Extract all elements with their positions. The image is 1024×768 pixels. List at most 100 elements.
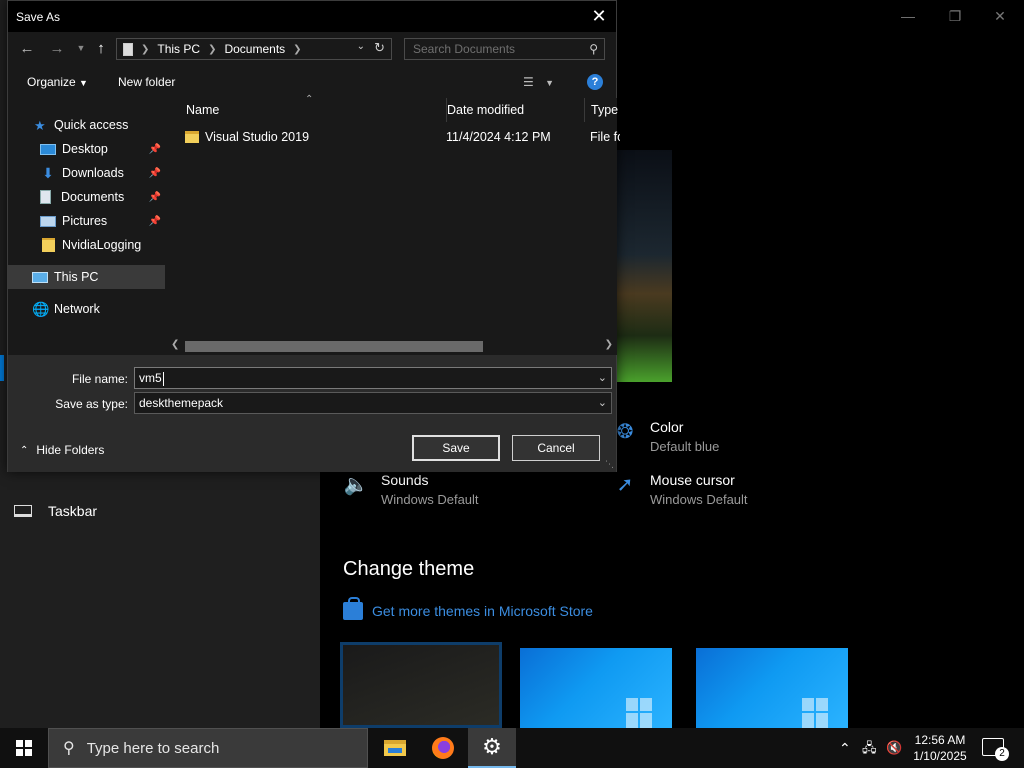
- dialog-titlebar: Save As ✕: [8, 1, 616, 32]
- nav-item-downloads[interactable]: ⬇ Downloads 📌: [8, 161, 165, 185]
- hide-folders-label: Hide Folders: [36, 443, 105, 457]
- mouse-cursor-setting[interactable]: ➚ Mouse cursor Windows Default: [612, 472, 748, 507]
- taskbar-clock[interactable]: 12:56 AM 1/10/2025: [906, 732, 974, 764]
- file-name-input[interactable]: vm5 ⌄: [134, 367, 612, 389]
- nav-item-taskbar-label: Taskbar: [48, 503, 98, 519]
- theme-thumbnail-current[interactable]: [340, 642, 502, 728]
- document-icon: [40, 190, 51, 204]
- search-documents-input[interactable]: Search Documents ⚲: [404, 38, 605, 60]
- nav-item-quick-access[interactable]: ★ Quick access: [8, 113, 165, 137]
- breadcrumb-this-pc[interactable]: This PC: [157, 42, 200, 56]
- nav-item-label: Desktop: [62, 142, 108, 156]
- pin-icon[interactable]: 📌: [149, 144, 161, 155]
- breadcrumb-separator-icon[interactable]: ❯: [141, 44, 149, 55]
- action-center-icon[interactable]: 2: [982, 738, 1009, 761]
- breadcrumb-separator-icon[interactable]: ❯: [293, 44, 301, 55]
- location-icon: [123, 42, 133, 56]
- nav-item-label: Pictures: [62, 214, 108, 228]
- theme-preview-image: [612, 150, 672, 382]
- refresh-icon[interactable]: ↻: [374, 40, 385, 56]
- scroll-left-icon[interactable]: ❮: [171, 339, 179, 350]
- windows-start-icon[interactable]: [16, 740, 32, 756]
- nav-item-documents[interactable]: Documents 📌: [8, 185, 165, 209]
- column-header-date-modified[interactable]: Date modified: [440, 98, 585, 122]
- recent-locations-chevron-icon[interactable]: ▼: [72, 43, 90, 53]
- save-button[interactable]: Save: [412, 435, 500, 461]
- taskbar-search-placeholder: Type here to search: [86, 739, 220, 757]
- resize-grip-icon[interactable]: ⋱: [605, 459, 614, 470]
- file-name: Visual Studio 2019: [205, 130, 310, 144]
- file-explorer-icon: [384, 740, 406, 756]
- breadcrumb-documents[interactable]: Documents: [224, 42, 285, 56]
- taskbar-icon: [14, 505, 32, 517]
- address-dropdown-icon[interactable]: ⌄: [357, 41, 365, 52]
- back-arrow-icon[interactable]: ←: [18, 40, 36, 57]
- folder-icon: [42, 238, 55, 252]
- sounds-setting[interactable]: 🔈 Sounds Windows Default: [343, 472, 479, 507]
- windows-logo-icon: [802, 698, 828, 728]
- help-icon[interactable]: ?: [587, 74, 603, 90]
- restore-button[interactable]: ❐: [945, 8, 965, 25]
- horizontal-scrollbar[interactable]: ❮ ❯: [165, 338, 617, 355]
- pin-icon[interactable]: 📌: [149, 192, 161, 203]
- network-icon: 🌐: [32, 301, 50, 317]
- theme-thumbnail-windows-light[interactable]: [696, 648, 848, 728]
- column-header-type[interactable]: Type: [584, 98, 624, 122]
- settings-taskbar-button[interactable]: ⚙: [468, 728, 516, 768]
- nav-item-desktop[interactable]: Desktop 📌: [8, 137, 165, 161]
- taskbar: ⚲ Type here to search ⚙ ⌃ 🖧 🔇 12:56 AM 1…: [0, 728, 1024, 768]
- organize-menu-button[interactable]: Organize ▼: [27, 75, 88, 89]
- nav-item-nvidialogging[interactable]: NvidiaLogging: [8, 233, 165, 257]
- change-theme-heading: Change theme: [343, 558, 475, 580]
- organize-label: Organize: [27, 75, 76, 89]
- pin-icon[interactable]: 📌: [149, 168, 161, 179]
- theme-thumbnail-windows[interactable]: [520, 648, 672, 728]
- speaker-icon: 🔈: [343, 474, 369, 496]
- pin-icon[interactable]: 📌: [149, 216, 161, 227]
- change-view-button[interactable]: ☰ ▼: [523, 75, 554, 89]
- cursor-icon: ➚: [616, 474, 634, 496]
- firefox-icon: [432, 737, 454, 759]
- show-hidden-icons-chevron-icon[interactable]: ⌃: [839, 728, 851, 768]
- cancel-button[interactable]: Cancel: [512, 435, 600, 461]
- chevron-down-icon[interactable]: ⌄: [598, 368, 607, 388]
- file-row[interactable]: Visual Studio 2019 11/4/2024 4:12 PM Fil…: [185, 130, 620, 144]
- nav-item-taskbar[interactable]: Taskbar: [14, 503, 97, 519]
- address-bar[interactable]: ❯ This PC ❯ Documents ❯ ⌄ ↻: [116, 38, 392, 60]
- chevron-up-icon: ⌃: [20, 444, 29, 456]
- taskbar-search-box[interactable]: ⚲ Type here to search: [48, 728, 368, 768]
- file-name-label: File name:: [71, 372, 128, 386]
- computer-icon: [32, 271, 48, 283]
- scrollbar-thumb[interactable]: [185, 341, 483, 352]
- nav-item-pictures[interactable]: Pictures 📌: [8, 209, 165, 233]
- save-as-dialog: Save As ✕ ← → ▼ ↑ ❯ This PC ❯ Documents …: [7, 0, 620, 472]
- address-row: ← → ▼ ↑ ❯ This PC ❯ Documents ❯ ⌄ ↻ Sear…: [8, 32, 616, 66]
- microsoft-store-link[interactable]: Get more themes in Microsoft Store: [343, 597, 593, 620]
- color-setting[interactable]: ❂ Color Default blue: [612, 419, 720, 454]
- file-explorer-taskbar-button[interactable]: [371, 728, 419, 768]
- folder-icon: [185, 131, 199, 143]
- dialog-title: Save As: [16, 10, 61, 24]
- up-arrow-icon[interactable]: ↑: [92, 40, 110, 57]
- column-header-name[interactable]: Name: [179, 98, 447, 122]
- download-icon: ⬇: [42, 165, 54, 181]
- hide-folders-toggle[interactable]: ⌃ Hide Folders: [20, 443, 104, 457]
- save-as-type-label: Save as type:: [55, 397, 128, 411]
- dialog-close-button[interactable]: ✕: [588, 5, 610, 27]
- network-status-icon[interactable]: 🖧: [862, 728, 877, 768]
- forward-arrow-icon[interactable]: →: [48, 40, 66, 57]
- desktop-icon: [40, 143, 56, 155]
- nav-item-network[interactable]: 🌐 Network: [8, 297, 165, 321]
- volume-muted-icon[interactable]: 🔇: [886, 728, 902, 768]
- save-as-type-select[interactable]: deskthemepack ⌄: [134, 392, 612, 414]
- navigation-pane: ★ Quick access Desktop 📌 ⬇ Downloads 📌 D…: [8, 98, 165, 355]
- file-name-value: vm5: [139, 371, 162, 385]
- breadcrumb-separator-icon[interactable]: ❯: [208, 44, 216, 55]
- nav-item-this-pc[interactable]: This PC: [8, 265, 165, 289]
- firefox-taskbar-button[interactable]: [419, 728, 467, 768]
- close-window-button[interactable]: ✕: [990, 8, 1010, 25]
- new-folder-button[interactable]: New folder: [118, 75, 175, 89]
- file-list-pane: ⌃ Name Date modified Type Visual Studio …: [165, 94, 620, 355]
- minimize-button[interactable]: —: [898, 8, 918, 24]
- scroll-right-icon[interactable]: ❯: [605, 339, 613, 350]
